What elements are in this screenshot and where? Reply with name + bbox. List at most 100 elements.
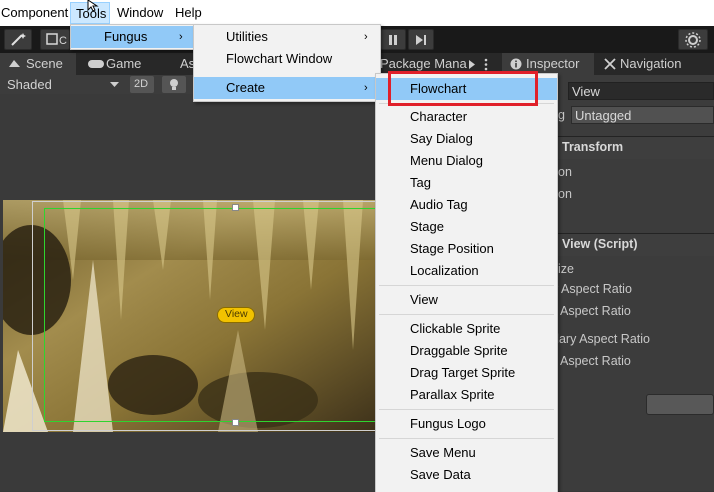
size-label: ize	[558, 262, 574, 276]
menu-item-stage-position-label: Stage Position	[410, 241, 494, 256]
create-submenu: Flowchart Character Say Dialog Menu Dial…	[375, 73, 558, 492]
menu-item-utilities[interactable]: Utilities ›	[194, 26, 380, 48]
menu-item-character-label: Character	[410, 109, 468, 124]
menu-separator	[379, 285, 554, 286]
view-selection-frame[interactable]	[44, 208, 378, 422]
tag-dropdown-value: Untagged	[575, 108, 632, 123]
menu-item-flowchart-window[interactable]: Flowchart Window	[194, 48, 380, 70]
transform-row-2: on	[558, 187, 572, 201]
mouse-cursor-icon	[87, 0, 99, 12]
info-icon	[510, 58, 522, 70]
toggle-2d-button[interactable]: 2D	[130, 76, 154, 93]
menu-item-fungus[interactable]: Fungus ›	[71, 26, 195, 48]
shading-mode-dropdown[interactable]: Shaded	[0, 75, 122, 94]
view-script-section-header[interactable]: View (Script)	[558, 233, 714, 256]
tab-navigation-label: Navigation	[620, 56, 682, 71]
tab-game[interactable]: Game	[84, 53, 160, 75]
menu-item-character[interactable]: Character	[376, 106, 557, 128]
menu-item-fungus-label: Fungus	[104, 29, 148, 44]
menu-item-say-dialog[interactable]: Say Dialog	[376, 128, 557, 150]
menu-bar: Component Tools Window Help	[0, 0, 714, 26]
more-options-icon[interactable]	[483, 58, 489, 71]
menu-item-view[interactable]: View	[376, 289, 557, 311]
menu-item-save-data[interactable]: Save Data	[376, 464, 557, 486]
menu-item-save-data-label: Save Data	[410, 467, 471, 482]
menu-item-save-menu[interactable]: Save Menu	[376, 442, 557, 464]
tab-scene-label: Scene	[26, 56, 63, 71]
menu-item-stage-position[interactable]: Stage Position	[376, 238, 557, 260]
collab-button[interactable]: C	[40, 29, 70, 50]
navigation-icon	[604, 58, 616, 70]
menu-item-view-label: View	[410, 292, 438, 307]
flowchart-highlight-box	[388, 71, 538, 106]
pause-button[interactable]	[380, 29, 406, 50]
primary-aspect-ratio-label: y Aspect Ratio	[552, 282, 632, 296]
menu-item-audio-tag-label: Audio Tag	[410, 197, 468, 212]
menu-item-stage[interactable]: Stage	[376, 216, 557, 238]
toggle-2d-label: 2D	[134, 78, 149, 90]
menu-item-save-menu-label: Save Menu	[410, 445, 476, 460]
resize-handle-top[interactable]	[232, 204, 239, 211]
tag-label: g	[558, 108, 565, 122]
transform-row-1: on	[558, 165, 572, 179]
submenu-arrow-icon: ›	[364, 82, 368, 94]
menu-separator	[379, 409, 554, 410]
menu-item-fungus-logo[interactable]: Fungus Logo	[376, 413, 557, 435]
step-icon	[416, 35, 426, 45]
object-name-field[interactable]: View	[568, 82, 714, 100]
pause-icon	[389, 35, 397, 45]
secondary-aspect-ratio-label: dary Aspect Ratio	[552, 332, 650, 346]
menu-help[interactable]: Help	[175, 5, 202, 20]
menu-window[interactable]: Window	[117, 5, 163, 20]
menu-item-parallax-sprite[interactable]: Parallax Sprite	[376, 384, 557, 406]
menu-item-stage-label: Stage	[410, 219, 444, 234]
menu-item-drag-target-sprite-label: Drag Target Sprite	[410, 365, 516, 380]
menu-item-audio-tag[interactable]: Audio Tag	[376, 194, 557, 216]
submenu-arrow-icon: ›	[179, 31, 183, 43]
svg-text:C: C	[59, 35, 67, 47]
tab-scroll-right-icon[interactable]	[468, 60, 476, 69]
lightbulb-icon	[170, 79, 178, 90]
menu-item-parallax-sprite-label: Parallax Sprite	[410, 387, 495, 402]
view-gizmo-label[interactable]: View	[218, 308, 254, 322]
tab-game-label: Game	[106, 56, 142, 71]
settings-button[interactable]	[678, 29, 708, 50]
tab-asset-store[interactable]: As	[160, 53, 195, 75]
tools-menu: Fungus ›	[70, 24, 196, 50]
menu-item-say-dialog-label: Say Dialog	[410, 131, 473, 146]
menu-item-create[interactable]: Create ›	[194, 77, 380, 99]
tag-dropdown[interactable]: Untagged	[571, 106, 714, 124]
step-button[interactable]	[408, 29, 434, 50]
transform-section-header[interactable]: Transform	[558, 136, 714, 159]
menu-item-tag[interactable]: Tag	[376, 172, 557, 194]
menu-item-tag-label: Tag	[410, 175, 431, 190]
menu-item-draggable-sprite[interactable]: Draggable Sprite	[376, 340, 557, 362]
scene-icon	[9, 60, 20, 67]
inspector-button[interactable]	[646, 394, 714, 415]
menu-item-localization[interactable]: Localization	[376, 260, 557, 282]
menu-component[interactable]: Component	[1, 5, 68, 20]
menu-separator	[379, 314, 554, 315]
menu-item-clickable-sprite[interactable]: Clickable Sprite	[376, 318, 557, 340]
inspector-panel: View g Untagged Transform on on View (Sc…	[552, 75, 714, 491]
resize-handle-bottom[interactable]	[232, 419, 239, 426]
menu-item-utilities-label: Utilities	[226, 29, 268, 44]
tab-navigation[interactable]: Navigation	[598, 53, 714, 75]
lighting-toggle[interactable]	[162, 76, 186, 93]
gamepad-icon	[88, 60, 104, 68]
menu-item-localization-label: Localization	[410, 263, 479, 278]
transform-section-title: Transform	[562, 140, 624, 154]
collab-icon: C	[46, 33, 67, 47]
aspect-ratio-label-1: Aspect Ratio	[560, 304, 631, 318]
menu-item-flowchart-window-label: Flowchart Window	[226, 51, 333, 66]
menu-item-menu-dialog-label: Menu Dialog	[410, 153, 483, 168]
aspect-ratio-label-2: Aspect Ratio	[560, 354, 631, 368]
tools-button[interactable]	[4, 29, 32, 50]
tab-scene[interactable]: Scene	[0, 53, 76, 75]
object-name-value: View	[572, 84, 600, 99]
menu-item-clickable-sprite-label: Clickable Sprite	[410, 321, 501, 336]
menu-item-menu-dialog[interactable]: Menu Dialog	[376, 150, 557, 172]
menu-item-drag-target-sprite[interactable]: Drag Target Sprite	[376, 362, 557, 384]
menu-item-draggable-sprite-label: Draggable Sprite	[410, 343, 508, 358]
menu-item-create-label: Create	[226, 80, 266, 95]
